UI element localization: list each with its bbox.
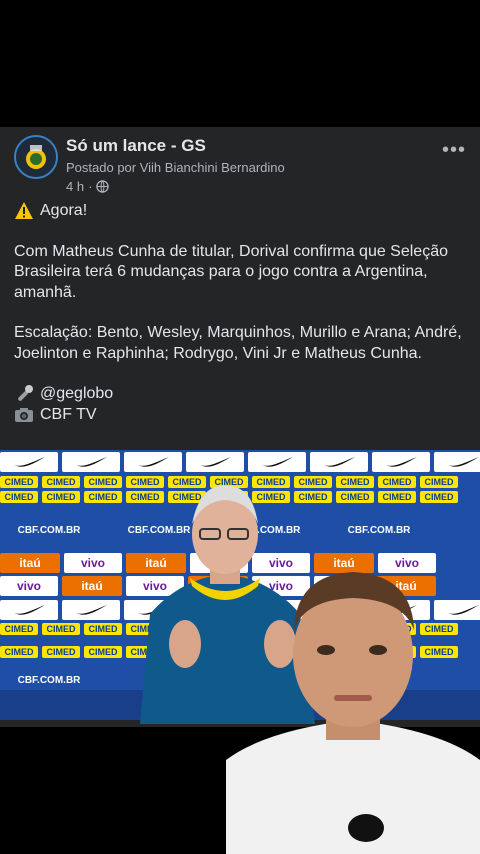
cbf-url-text: CBF.COM.BR bbox=[347, 524, 411, 536]
page-avatar[interactable] bbox=[14, 135, 58, 179]
vivo-logo: vivo bbox=[64, 553, 122, 573]
cimed-logo: CIMED bbox=[84, 646, 122, 658]
post-meta: 4 h · bbox=[66, 179, 110, 194]
cimed-logo: CIMED bbox=[84, 623, 122, 635]
cimed-logo: CIMED bbox=[0, 491, 38, 503]
vivo-logo: vivo bbox=[0, 576, 58, 596]
cimed-logo: CIMED bbox=[0, 623, 38, 635]
cimed-logo: CIMED bbox=[420, 491, 458, 503]
cimed-logo: CIMED bbox=[378, 491, 416, 503]
nike-logo bbox=[0, 600, 58, 620]
post-paragraph-2: Escalação: Bento, Wesley, Marquinhos, Mu… bbox=[14, 324, 462, 362]
itau-logo: itaú bbox=[62, 576, 122, 596]
nike-logo bbox=[62, 452, 120, 472]
itau-logo: itaú bbox=[0, 553, 60, 573]
microphone-icon bbox=[18, 385, 33, 402]
nike-logo bbox=[0, 452, 58, 472]
nike-logo bbox=[310, 452, 368, 472]
post-time[interactable]: 4 h bbox=[66, 179, 84, 194]
posted-by[interactable]: Postado por Viih Bianchini Bernardino bbox=[66, 160, 285, 175]
cimed-logo: CIMED bbox=[42, 646, 80, 658]
nike-logo bbox=[434, 452, 480, 472]
cimed-logo: CIMED bbox=[378, 476, 416, 488]
reporter-overlay bbox=[226, 572, 480, 854]
more-options-button[interactable]: ••• bbox=[442, 139, 466, 162]
cbf-url-text: CBF.COM.BR bbox=[17, 674, 81, 686]
post-header: Só um lance - GS Postado por Viih Bianch… bbox=[14, 131, 466, 194]
credit-cbf-tv: CBF TV bbox=[40, 405, 97, 423]
nike-logo bbox=[62, 600, 120, 620]
cimed-logo: CIMED bbox=[336, 476, 374, 488]
warning-icon bbox=[15, 202, 33, 220]
credit-geglobo: @geglobo bbox=[40, 385, 114, 402]
sponsor-row bbox=[0, 452, 480, 472]
nike-logo bbox=[186, 452, 244, 472]
cimed-logo: CIMED bbox=[0, 646, 38, 658]
cimed-logo: CIMED bbox=[336, 491, 374, 503]
cbf-url-text: CBF.COM.BR bbox=[17, 524, 81, 536]
cimed-logo: CIMED bbox=[0, 476, 38, 488]
meta-separator: · bbox=[88, 179, 93, 194]
cimed-logo: CIMED bbox=[42, 491, 80, 503]
nike-logo bbox=[372, 452, 430, 472]
nike-logo bbox=[248, 452, 306, 472]
post-paragraph-1: Com Matheus Cunha de titular, Dorival co… bbox=[14, 242, 448, 301]
cimed-logo: CIMED bbox=[42, 476, 80, 488]
globe-icon bbox=[96, 180, 110, 193]
cimed-logo: CIMED bbox=[84, 476, 122, 488]
cimed-logo: CIMED bbox=[420, 476, 458, 488]
post-body: Agora! Com Matheus Cunha de titular, Dor… bbox=[14, 201, 469, 425]
cimed-logo: CIMED bbox=[42, 623, 80, 635]
page-name[interactable]: Só um lance - GS bbox=[66, 136, 206, 156]
alert-text: Agora! bbox=[40, 202, 88, 219]
cimed-logo: CIMED bbox=[84, 491, 122, 503]
nike-logo bbox=[124, 452, 182, 472]
camera-icon bbox=[15, 407, 33, 422]
